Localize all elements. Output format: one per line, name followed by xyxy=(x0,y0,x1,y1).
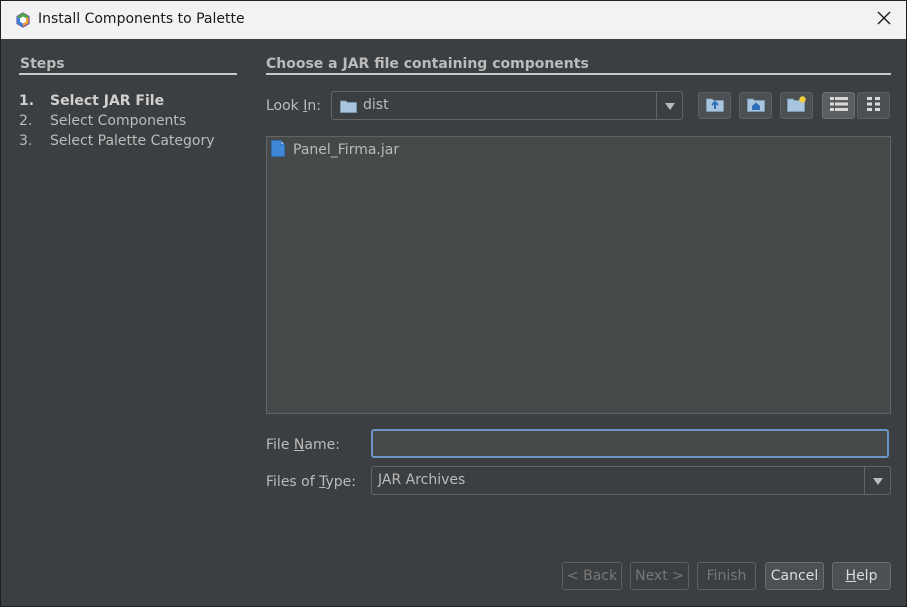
home-button[interactable] xyxy=(739,92,772,119)
step-label: Select JAR File xyxy=(50,93,165,109)
step-number: 2. xyxy=(19,113,33,129)
help-button[interactable]: Help xyxy=(832,562,891,590)
step-number: 1. xyxy=(19,93,35,109)
close-button[interactable] xyxy=(869,5,899,35)
details-view-icon xyxy=(866,96,881,115)
file-name-label: Panel_Firma.jar xyxy=(293,142,400,158)
next-button[interactable]: Next > xyxy=(630,562,689,590)
new-folder-button[interactable] xyxy=(780,92,813,119)
step-item-select-category: 3. Select Palette Category xyxy=(19,131,215,151)
steps-pane: Steps 1. Select JAR File 2. Select Compone… xyxy=(5,39,249,605)
close-icon xyxy=(877,11,891,29)
jar-chooser-pane: Choose a JAR file containing components … xyxy=(249,39,905,605)
chevron-down-icon xyxy=(872,473,883,489)
title-bar: Install Components to Palette xyxy=(1,1,906,39)
file-list[interactable]: Panel_Firma.jar xyxy=(266,136,891,414)
finish-button[interactable]: Finish xyxy=(697,562,756,590)
file-name-input[interactable] xyxy=(371,429,889,458)
section-heading: Choose a JAR file containing components xyxy=(266,56,589,72)
netbeans-logo-icon xyxy=(15,12,31,28)
look-in-label: Look In: xyxy=(266,98,321,114)
step-number: 3. xyxy=(19,133,33,149)
step-label: Select Palette Category xyxy=(50,133,215,149)
step-item-select-jar: 1. Select JAR File xyxy=(19,91,215,111)
look-in-dropdown[interactable]: dist xyxy=(331,91,683,120)
chevron-down-icon xyxy=(664,98,675,114)
list-view-icon xyxy=(829,96,848,115)
back-button[interactable]: < Back xyxy=(562,562,622,590)
section-divider xyxy=(266,73,891,75)
look-in-dropdown-arrow[interactable] xyxy=(656,92,682,119)
file-name-label-text: File Name: xyxy=(266,437,340,453)
step-label: Select Components xyxy=(50,113,187,129)
steps-divider xyxy=(19,73,237,75)
folder-icon xyxy=(340,99,357,117)
files-of-type-dropdown-arrow[interactable] xyxy=(864,467,890,494)
files-of-type-dropdown[interactable]: JAR Archives xyxy=(371,466,891,495)
files-of-type-value: JAR Archives xyxy=(378,472,466,488)
look-in-value: dist xyxy=(363,97,389,113)
window-title: Install Components to Palette xyxy=(38,11,245,27)
steps-list: 1. Select JAR File 2. Select Components 3.… xyxy=(19,91,215,151)
cancel-button[interactable]: Cancel xyxy=(765,562,824,590)
up-one-level-button[interactable] xyxy=(698,92,731,119)
file-icon xyxy=(271,139,285,161)
step-item-select-components: 2. Select Components xyxy=(19,111,215,131)
steps-heading: Steps xyxy=(20,56,65,72)
install-components-dialog: Install Components to Palette Steps 1. Se… xyxy=(0,0,907,607)
up-one-level-icon xyxy=(705,96,724,116)
home-icon xyxy=(746,96,765,116)
new-folder-icon xyxy=(786,95,807,116)
files-of-type-label: Files of Type: xyxy=(266,474,357,490)
list-item[interactable]: Panel_Firma.jar xyxy=(271,139,400,161)
list-view-button[interactable] xyxy=(822,92,855,119)
details-view-button[interactable] xyxy=(857,92,890,119)
